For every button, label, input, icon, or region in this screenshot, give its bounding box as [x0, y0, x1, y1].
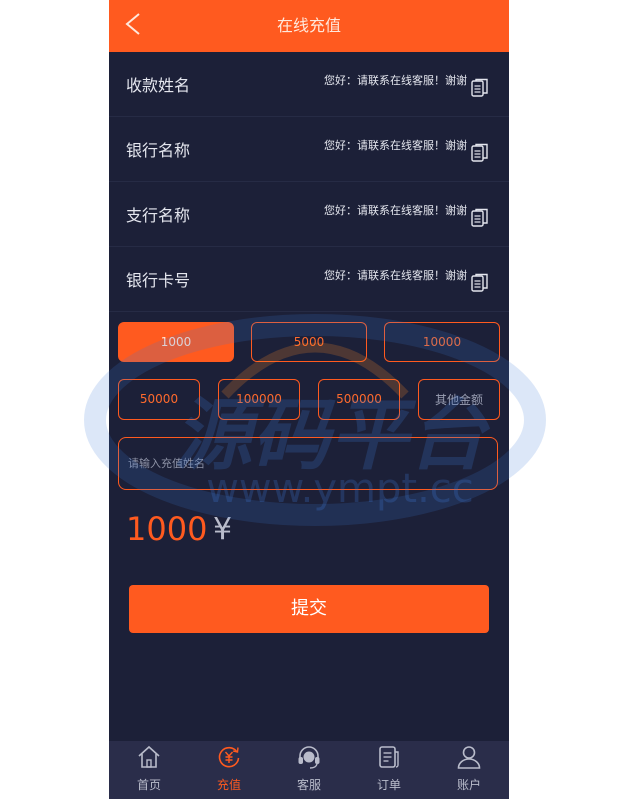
tab-label: 充值	[216, 778, 241, 792]
tab-home[interactable]: 首页	[109, 741, 189, 799]
phone-screen: 在线充值 收款姓名 您好：请联系在线客服！谢谢 银行名称 您好：请联系在线客服！…	[109, 0, 509, 799]
order-icon	[379, 746, 399, 768]
user-icon	[457, 746, 481, 769]
info-label: 银行名称	[126, 141, 191, 160]
amount-option-500000[interactable]: 500000	[318, 379, 400, 420]
copy-icon[interactable]	[471, 78, 489, 98]
amount-option-5000[interactable]: 5000	[251, 322, 367, 362]
page-title: 在线充值	[276, 16, 341, 35]
info-label: 银行卡号	[126, 271, 191, 290]
tab-account[interactable]: 账户	[429, 741, 509, 799]
tab-orders[interactable]: 订单	[349, 741, 429, 799]
info-value: 您好：请联系在线客服！谢谢	[324, 204, 467, 217]
tab-label: 首页	[136, 778, 161, 792]
info-value: 您好：请联系在线客服！谢谢	[324, 139, 467, 152]
tab-recharge[interactable]: 充值	[189, 741, 269, 799]
bottom-tab-bar: 首页 充值 客服 订单 账户	[109, 741, 509, 799]
info-value: 您好：请联系在线客服！谢谢	[324, 269, 467, 282]
home-icon	[138, 745, 160, 768]
recharge-name-input[interactable]	[118, 437, 498, 490]
other-amount-input[interactable]	[418, 379, 500, 420]
amount-option-50000[interactable]: 50000	[118, 379, 200, 420]
info-label: 支行名称	[126, 206, 191, 225]
amount-option-10000[interactable]: 10000	[384, 322, 500, 362]
recharge-icon	[218, 746, 240, 768]
info-label: 收款姓名	[126, 76, 191, 95]
copy-icon[interactable]	[471, 273, 489, 293]
top-bar: 在线充值	[109, 0, 509, 52]
headset-icon	[298, 746, 320, 769]
info-row-card-number: 银行卡号 您好：请联系在线客服！谢谢	[109, 247, 509, 312]
tab-label: 客服	[296, 778, 321, 792]
tab-label: 账户	[456, 778, 481, 792]
currency-symbol: ¥	[213, 512, 233, 547]
copy-icon[interactable]	[471, 208, 489, 228]
tab-customer-service[interactable]: 客服	[269, 741, 349, 799]
amount-display: 1000	[126, 510, 208, 548]
info-row-bank-name: 银行名称 您好：请联系在线客服！谢谢	[109, 117, 509, 182]
amount-option-100000[interactable]: 100000	[218, 379, 300, 420]
info-row-branch-name: 支行名称 您好：请联系在线客服！谢谢	[109, 182, 509, 247]
tab-label: 订单	[376, 778, 401, 792]
submit-button[interactable]: 提交	[129, 585, 489, 633]
copy-icon[interactable]	[471, 143, 489, 163]
info-value: 您好：请联系在线客服！谢谢	[324, 74, 467, 87]
amount-option-1000[interactable]: 1000	[118, 322, 234, 362]
info-row-payee-name: 收款姓名 您好：请联系在线客服！谢谢	[109, 52, 509, 117]
